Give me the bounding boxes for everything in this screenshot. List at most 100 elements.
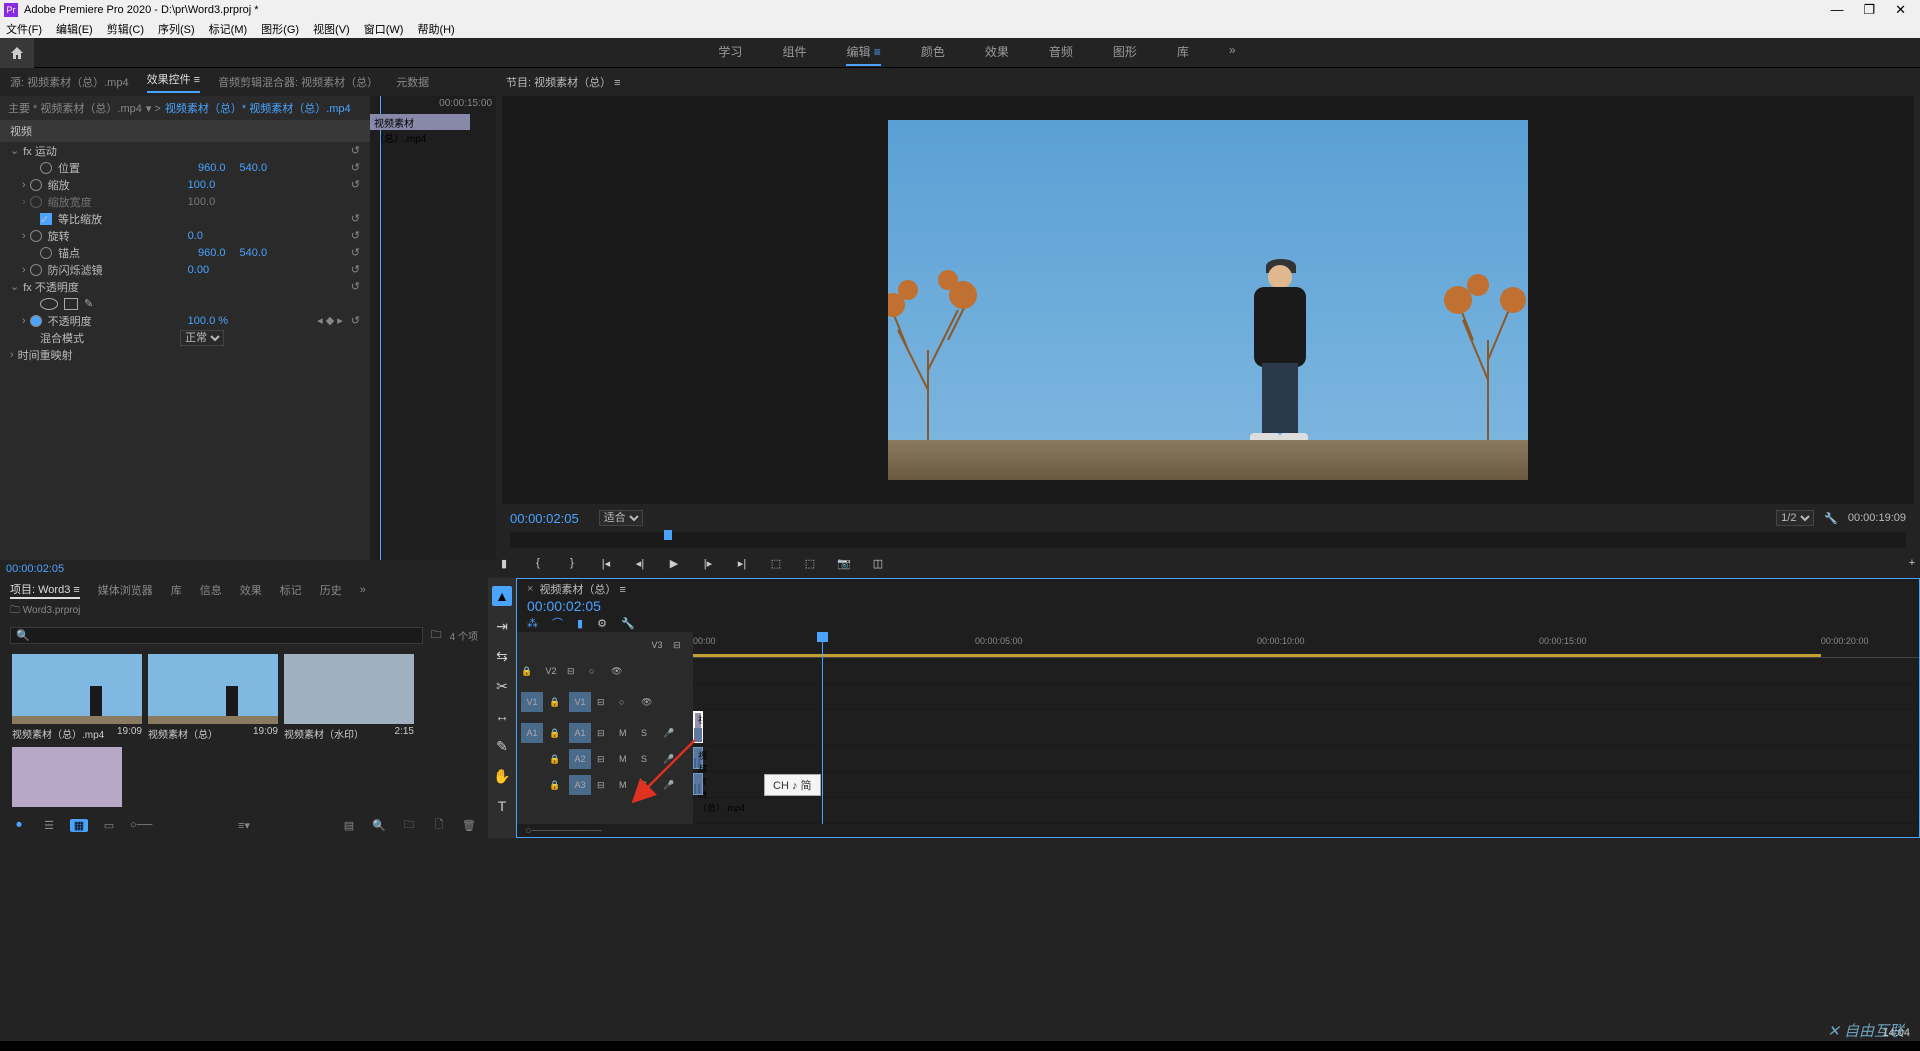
folder-icon[interactable]: 🗀 bbox=[431, 626, 442, 645]
track-v2-lane[interactable] bbox=[693, 684, 1919, 710]
track-a1-target[interactable]: A1 bbox=[569, 723, 591, 743]
menu-graphics[interactable]: 图形(G) bbox=[261, 21, 299, 37]
mask-pen-icon[interactable]: ✎ bbox=[84, 297, 93, 310]
blend-mode-select[interactable]: 正常 bbox=[180, 330, 224, 346]
output-toggle[interactable]: ⊟ bbox=[597, 697, 613, 708]
output-toggle[interactable]: ⊟ bbox=[597, 754, 613, 765]
wrench-icon[interactable]: 🔧 bbox=[1824, 512, 1838, 525]
stopwatch-icon[interactable] bbox=[30, 179, 42, 191]
program-title[interactable]: 节目: 视频素材（总） ≡ bbox=[506, 74, 621, 90]
lock-icon[interactable]: 🔒 bbox=[549, 754, 563, 765]
timeline-current-time[interactable]: 00:00:02:05 bbox=[527, 598, 601, 614]
new-bin-icon[interactable]: 🗀 bbox=[400, 816, 418, 835]
tab-metadata[interactable]: 元数据 bbox=[396, 74, 429, 90]
scrubber-playhead[interactable] bbox=[664, 530, 672, 540]
marker-add-icon[interactable]: ▮ bbox=[577, 617, 583, 630]
write-toggle-icon[interactable]: ⏺ bbox=[10, 819, 28, 832]
settings-icon[interactable]: ⚙ bbox=[597, 617, 607, 630]
track-a1-lane[interactable]: 视频素材（总）.mp4 bbox=[693, 746, 1919, 772]
source-a1-patch[interactable]: A1 bbox=[521, 723, 543, 743]
program-scale-select[interactable]: 1/2 bbox=[1776, 510, 1814, 526]
timeline-ruler[interactable]: 00:00 00:00:05:00 00:00:10:00 00:00:15:0… bbox=[693, 632, 1919, 658]
program-fit-select[interactable]: 适合 bbox=[599, 510, 643, 526]
tab-project[interactable]: 项目: Word3 ≡ bbox=[10, 581, 80, 599]
list-view-icon[interactable]: ☰ bbox=[40, 819, 58, 832]
stopwatch-icon[interactable] bbox=[30, 315, 42, 327]
lock-icon[interactable]: 🔒 bbox=[521, 666, 535, 677]
position-y[interactable]: 540.0 bbox=[240, 162, 268, 174]
workspace-libraries[interactable]: 库 bbox=[1177, 39, 1189, 66]
minimize-button[interactable]: — bbox=[1830, 2, 1843, 18]
sync-lock-icon[interactable]: ○ bbox=[589, 666, 605, 676]
workspace-graphics[interactable]: 图形 bbox=[1113, 39, 1137, 66]
workspace-assembly[interactable]: 组件 bbox=[782, 39, 806, 66]
antiflicker-value[interactable]: 0.00 bbox=[188, 264, 209, 276]
export-frame-icon[interactable]: 📷 bbox=[836, 555, 852, 571]
fx-motion[interactable]: fx 运动 bbox=[23, 143, 163, 159]
sync-lock-icon[interactable]: ○ bbox=[619, 697, 635, 707]
workspace-color[interactable]: 颜色 bbox=[921, 39, 945, 66]
eye-icon[interactable]: 👁 bbox=[611, 666, 627, 677]
slip-tool[interactable]: ↔ bbox=[492, 706, 512, 726]
reset-icon[interactable]: ↺ bbox=[351, 212, 360, 225]
snap-icon[interactable]: ⁂ bbox=[527, 617, 538, 630]
zoom-slider[interactable]: ○── bbox=[130, 819, 148, 831]
reset-icon[interactable]: ↺ bbox=[351, 161, 360, 174]
workspace-more[interactable]: » bbox=[1229, 39, 1236, 66]
stopwatch-icon[interactable] bbox=[40, 247, 52, 259]
mask-rect-icon[interactable] bbox=[64, 298, 78, 310]
type-tool[interactable]: T bbox=[492, 796, 512, 816]
mask-ellipse-icon[interactable] bbox=[40, 298, 58, 310]
source-v1-patch[interactable]: V1 bbox=[521, 692, 543, 712]
track-a3-lane[interactable] bbox=[693, 798, 1919, 824]
uniform-scale-checkbox[interactable]: ✓ bbox=[40, 213, 52, 225]
fx-opacity[interactable]: fx 不透明度 bbox=[23, 279, 163, 295]
maximize-button[interactable]: ❐ bbox=[1863, 2, 1875, 18]
stopwatch-icon[interactable] bbox=[30, 264, 42, 276]
track-v1-target[interactable]: V1 bbox=[569, 692, 591, 712]
menu-clip[interactable]: 剪辑(C) bbox=[107, 21, 144, 37]
reset-icon[interactable]: ↺ bbox=[351, 246, 360, 259]
ec-current-time[interactable]: 00:00:02:05 bbox=[0, 560, 496, 578]
home-button[interactable] bbox=[0, 38, 34, 68]
track-a3-target[interactable]: A3 bbox=[569, 775, 591, 795]
sort-icon[interactable]: ≡▾ bbox=[235, 819, 253, 832]
close-button[interactable]: ✕ bbox=[1895, 2, 1906, 18]
delete-icon[interactable]: 🗑 bbox=[460, 819, 478, 832]
menu-edit[interactable]: 编辑(E) bbox=[56, 21, 93, 37]
opacity-value[interactable]: 100.0 % bbox=[188, 315, 228, 327]
timeline-sequence-name[interactable]: 视频素材（总） ≡ bbox=[539, 581, 625, 597]
anchor-y[interactable]: 540.0 bbox=[240, 247, 268, 259]
selection-tool[interactable]: ▲ bbox=[492, 586, 512, 606]
workspace-editing[interactable]: 编辑 ≡ bbox=[846, 39, 880, 66]
tab-effects-lower[interactable]: 效果 bbox=[240, 582, 262, 598]
menu-help[interactable]: 帮助(H) bbox=[417, 21, 454, 37]
step-back-icon[interactable]: ◂| bbox=[632, 555, 648, 571]
track-select-tool[interactable]: ⇥ bbox=[492, 616, 512, 636]
rotation-value[interactable]: 0.0 bbox=[188, 230, 203, 242]
reset-icon[interactable]: ↺ bbox=[351, 229, 360, 242]
output-toggle[interactable]: ⊟ bbox=[673, 640, 689, 651]
timeline-tracks-area[interactable]: 00:00 00:00:05:00 00:00:10:00 00:00:15:0… bbox=[693, 632, 1919, 824]
razor-tool[interactable]: ✂ bbox=[492, 676, 512, 696]
tab-more[interactable]: » bbox=[360, 584, 366, 596]
hand-tool[interactable]: ✋ bbox=[492, 766, 512, 786]
program-monitor[interactable] bbox=[502, 96, 1914, 504]
menu-file[interactable]: 文件(F) bbox=[6, 21, 42, 37]
tab-source[interactable]: 源: 视频素材（总）.mp4 bbox=[10, 74, 129, 90]
position-x[interactable]: 960.0 bbox=[198, 162, 226, 174]
work-area-bar[interactable] bbox=[693, 654, 1821, 657]
automate-icon[interactable]: ▤ bbox=[340, 819, 358, 832]
menu-markers[interactable]: 标记(M) bbox=[209, 21, 248, 37]
output-toggle[interactable]: ⊟ bbox=[597, 728, 613, 739]
output-toggle[interactable]: ⊟ bbox=[597, 780, 613, 791]
bin-item[interactable]: 视频素材（总）19:09 bbox=[148, 654, 278, 741]
tab-markers[interactable]: 标记 bbox=[280, 582, 302, 598]
timeline-playhead[interactable] bbox=[822, 632, 823, 824]
tab-effect-controls[interactable]: 效果控件 ≡ bbox=[147, 71, 200, 93]
workspace-audio[interactable]: 音频 bbox=[1049, 39, 1073, 66]
freeform-view-icon[interactable]: ▭ bbox=[100, 819, 118, 832]
lift-icon[interactable]: ⬚ bbox=[768, 555, 784, 571]
anchor-x[interactable]: 960.0 bbox=[198, 247, 226, 259]
ec-sequence-clip[interactable]: 视频素材（总）* 视频素材（总）.mp4 bbox=[165, 100, 351, 116]
